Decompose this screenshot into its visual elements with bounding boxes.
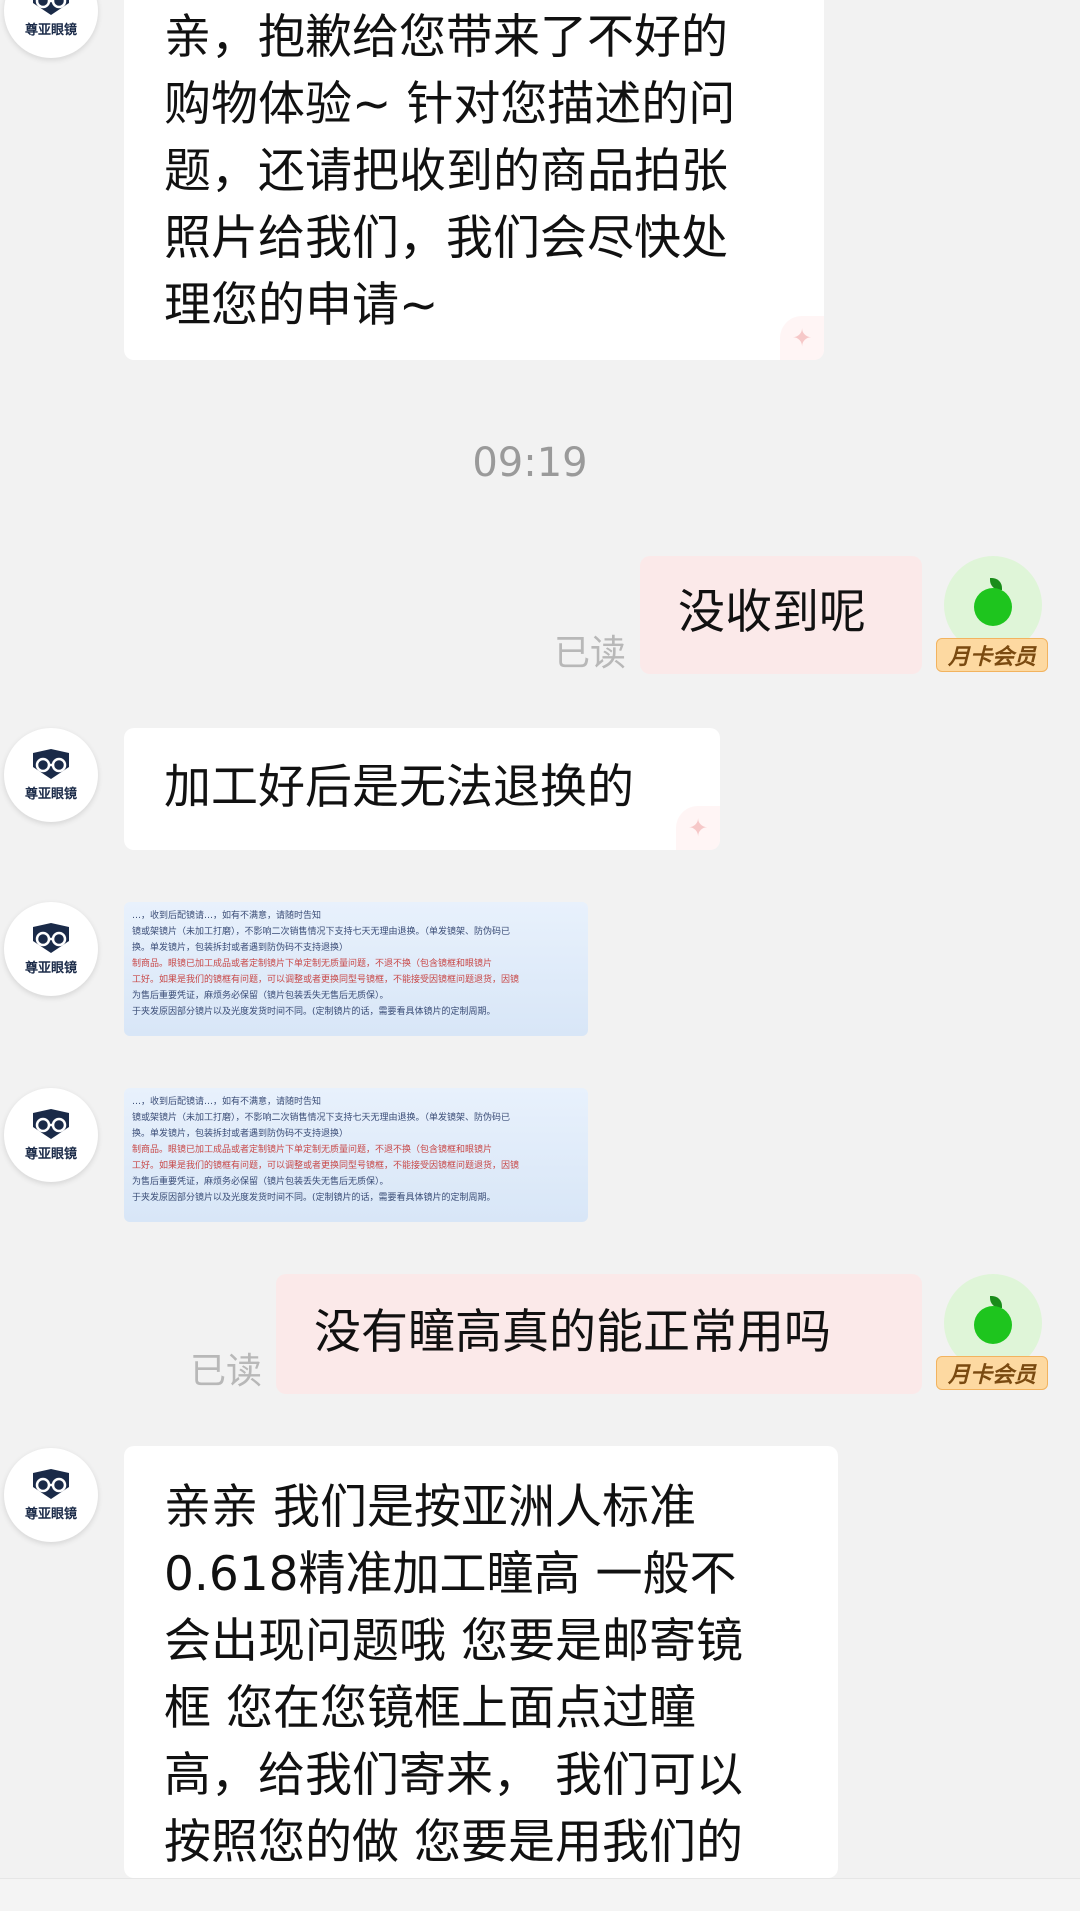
message-bubble-incoming[interactable]: 亲亲 我们是按亚洲人标准 0.618精准加工瞳高 一般不 会出现问题哦 您要是邮… xyxy=(124,1446,838,1878)
image-text-line: 为售后重要凭证，麻烦务必保留（镜片包装丢失无售后无质保）。 xyxy=(132,991,389,1001)
shop-avatar-label: 尊亚眼镜 xyxy=(24,1146,77,1162)
timestamp: 09:19 xyxy=(472,440,588,486)
image-text-line: 工好。如果是我们的镜框有问题，可以调整或者更换同型号镜框，不能接受因镜框问题退货… xyxy=(132,1161,520,1171)
message-text: 加工好后是无法退换的 xyxy=(164,760,634,815)
apple-avatar-icon xyxy=(974,1306,1012,1344)
glasses-logo-icon xyxy=(33,1468,69,1499)
bottom-edge xyxy=(0,1878,1080,1911)
shop-avatar[interactable]: 尊亚眼镜 xyxy=(4,0,98,58)
image-message[interactable]: …，收到后配镜请…，如有不满意，请随时告知 镜或架镜片（未加工打磨），不影响二次… xyxy=(124,1088,588,1222)
glasses-logo-icon xyxy=(33,0,69,15)
message-bubble-outgoing[interactable]: 没有瞳高真的能正常用吗 xyxy=(276,1274,922,1394)
image-text-line: 镜或架镜片（未加工打磨），不影响二次销售情况下支持七天无理由退换。（单发镜架、防… xyxy=(132,1113,511,1123)
message-line: 购物体验~ 针对您描述的问 xyxy=(164,77,736,132)
image-message[interactable]: …，收到后配镜请…，如有不满意，请随时告知 镜或架镜片（未加工打磨），不影响二次… xyxy=(124,902,588,1036)
member-badge: 月卡会员 xyxy=(936,638,1048,672)
seal-watermark-icon: ✦ xyxy=(780,316,824,360)
shop-avatar-label: 尊亚眼镜 xyxy=(24,1506,77,1522)
read-receipt: 已读 xyxy=(554,633,627,674)
image-text-line: 为售后重要凭证，麻烦务必保留（镜片包装丢失无售后无质保）。 xyxy=(132,1177,389,1187)
image-text-line: 于夹发原因部分镜片以及光度发货时间不同。(定制镜片的话，需要看具体镜片的定制周期… xyxy=(132,1193,496,1203)
message-line: 高，给我们寄来， 我们可以 xyxy=(164,1748,743,1803)
apple-avatar-icon xyxy=(974,588,1012,626)
member-badge: 月卡会员 xyxy=(936,1356,1048,1390)
shop-avatar-label: 尊亚眼镜 xyxy=(24,786,77,802)
message-line: 会出现问题哦 您要是邮寄镜 xyxy=(164,1614,743,1669)
message-bubble-incoming[interactable]: 加工好后是无法退换的 ✦ xyxy=(124,728,720,850)
image-text-line: 换。单发镜片，包装拆封或者遇到防伪码不支持退换） xyxy=(132,943,349,953)
shop-avatar[interactable]: 尊亚眼镜 xyxy=(4,902,98,996)
seal-watermark-icon: ✦ xyxy=(676,806,720,850)
message-line: 理您的申请~ xyxy=(164,278,439,333)
image-text-line: 镜或架镜片（未加工打磨），不影响二次销售情况下支持七天无理由退换。（单发镜架、防… xyxy=(132,927,511,937)
chat-conversation[interactable]: 尊亚眼镜 亲，抱歉给您带来了不好的 购物体验~ 针对您描述的问 题，还请把收到的… xyxy=(0,0,1080,1911)
message-line: 0.618精准加工瞳高 一般不 xyxy=(164,1547,737,1602)
image-text-line: 于夹发原因部分镜片以及光度发货时间不同。(定制镜片的话，需要看具体镜片的定制周期… xyxy=(132,1007,496,1017)
message-line: 按照您的做 您要是用我们的 xyxy=(164,1815,743,1870)
message-line: 亲，抱歉给您带来了不好的 xyxy=(164,10,728,65)
read-receipt: 已读 xyxy=(190,1351,263,1392)
shop-avatar[interactable]: 尊亚眼镜 xyxy=(4,1088,98,1182)
glasses-logo-icon xyxy=(33,1108,69,1139)
image-text-line: 工好。如果是我们的镜框有问题，可以调整或者更换同型号镜框，不能接受因镜框问题退货… xyxy=(132,975,520,985)
message-line: 照片给我们，我们会尽快处 xyxy=(164,211,728,266)
shop-avatar-label: 尊亚眼镜 xyxy=(24,22,77,38)
image-text-line: …，收到后配镜请…，如有不满意，请随时告知 xyxy=(132,911,322,921)
glasses-logo-icon xyxy=(33,922,69,953)
message-line: 亲亲 我们是按亚洲人标准 xyxy=(164,1480,696,1535)
image-text-line: 制商品。眼镜已加工成品或者定制镜片下单定制无质量问题，不退不换（包含镜框和眼镜片 xyxy=(132,1145,493,1155)
message-bubble-incoming[interactable]: 亲，抱歉给您带来了不好的 购物体验~ 针对您描述的问 题，还请把收到的商品拍张 … xyxy=(124,0,824,360)
shop-avatar[interactable]: 尊亚眼镜 xyxy=(4,728,98,822)
image-text-line: 换。单发镜片，包装拆封或者遇到防伪码不支持退换） xyxy=(132,1129,349,1139)
message-bubble-outgoing[interactable]: 没收到呢 xyxy=(640,556,922,674)
message-line: 框 您在您镜框上面点过瞳 xyxy=(164,1681,696,1736)
message-line: 题，还请把收到的商品拍张 xyxy=(164,144,728,199)
image-text-line: 制商品。眼镜已加工成品或者定制镜片下单定制无质量问题，不退不换（包含镜框和眼镜片 xyxy=(132,959,493,969)
shop-avatar[interactable]: 尊亚眼镜 xyxy=(4,1448,98,1542)
glasses-logo-icon xyxy=(33,748,69,779)
shop-avatar-label: 尊亚眼镜 xyxy=(24,960,77,976)
image-text-line: …，收到后配镜请…，如有不满意，请随时告知 xyxy=(132,1097,322,1107)
